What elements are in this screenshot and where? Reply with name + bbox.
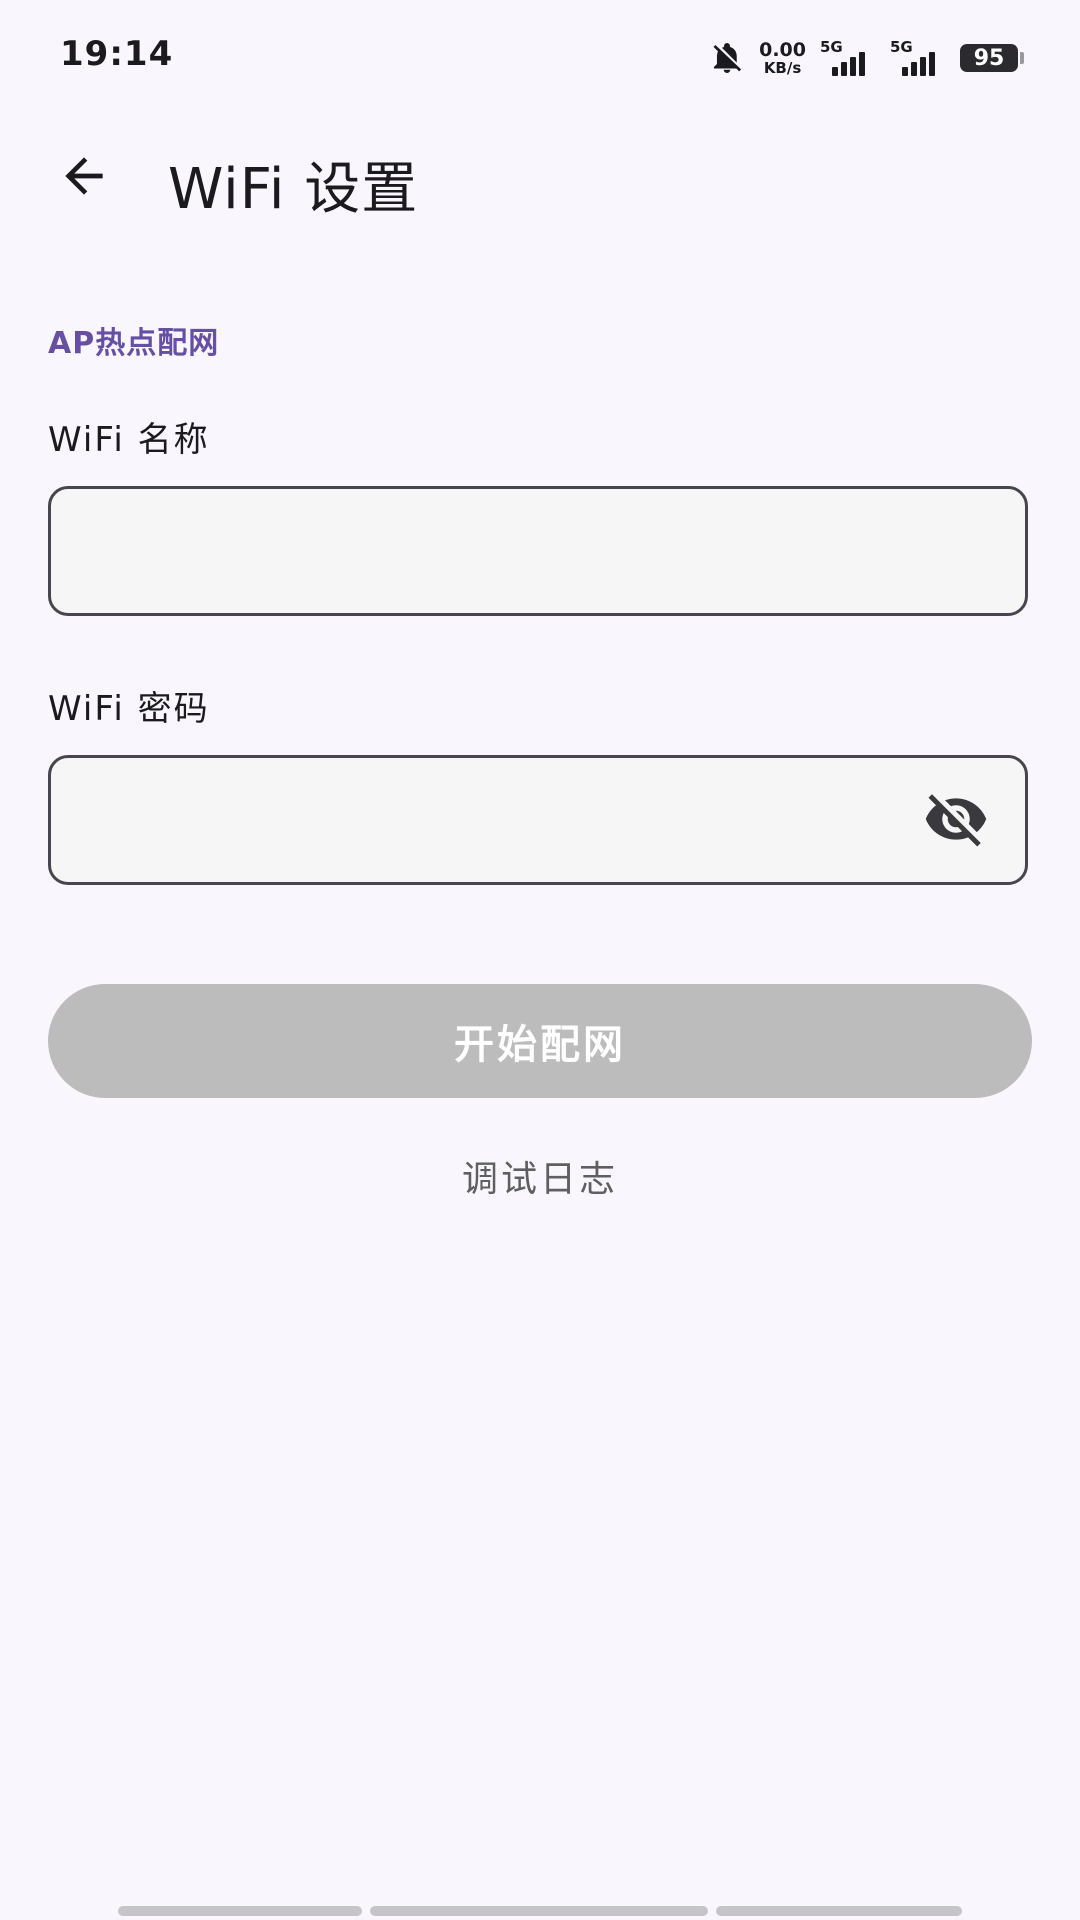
password-input[interactable] xyxy=(79,758,943,884)
network-speed-unit: KB/s xyxy=(763,58,802,77)
bell-muted-icon xyxy=(709,40,745,76)
debug-log-button[interactable]: 调试日志 xyxy=(390,1146,690,1206)
visibility-off-icon xyxy=(923,786,989,856)
network-speed: 0.00 KB/s xyxy=(759,38,806,77)
status-time: 19:14 xyxy=(60,34,174,74)
battery-level: 95 xyxy=(973,45,1005,71)
section-label: AP热点配网 xyxy=(48,326,220,361)
arrow-back-icon xyxy=(56,148,112,208)
page-title: WiFi 设置 xyxy=(168,157,419,222)
ssid-input[interactable] xyxy=(79,489,943,615)
sim1-signal-icon: 5G xyxy=(820,38,876,76)
back-button[interactable] xyxy=(40,142,128,214)
password-field[interactable] xyxy=(48,755,1028,885)
battery-icon: 95 xyxy=(960,44,1024,72)
sim1-signal-bars xyxy=(832,52,865,76)
start-provisioning-button[interactable]: 开始配网 xyxy=(48,984,1032,1098)
network-speed-value: 0.00 xyxy=(759,38,806,61)
wifi-settings-screen: 19:14 0.00 KB/s 5G 5G 95 WiFi 设置 AP热点配网 … xyxy=(0,0,1080,1920)
status-icons: 0.00 KB/s 5G 5G 95 xyxy=(709,36,1024,80)
top-app-bar: WiFi 设置 xyxy=(0,116,1080,240)
ssid-label: WiFi 名称 xyxy=(48,420,210,460)
ssid-field[interactable] xyxy=(48,486,1028,616)
sim2-signal-icon: 5G xyxy=(890,38,946,76)
status-bar: 19:14 0.00 KB/s 5G 5G 95 xyxy=(0,0,1080,116)
password-visibility-toggle[interactable] xyxy=(921,788,991,854)
password-label: WiFi 密码 xyxy=(48,689,210,729)
sim2-signal-bars xyxy=(902,52,935,76)
gesture-navigation-bar xyxy=(118,1906,962,1916)
